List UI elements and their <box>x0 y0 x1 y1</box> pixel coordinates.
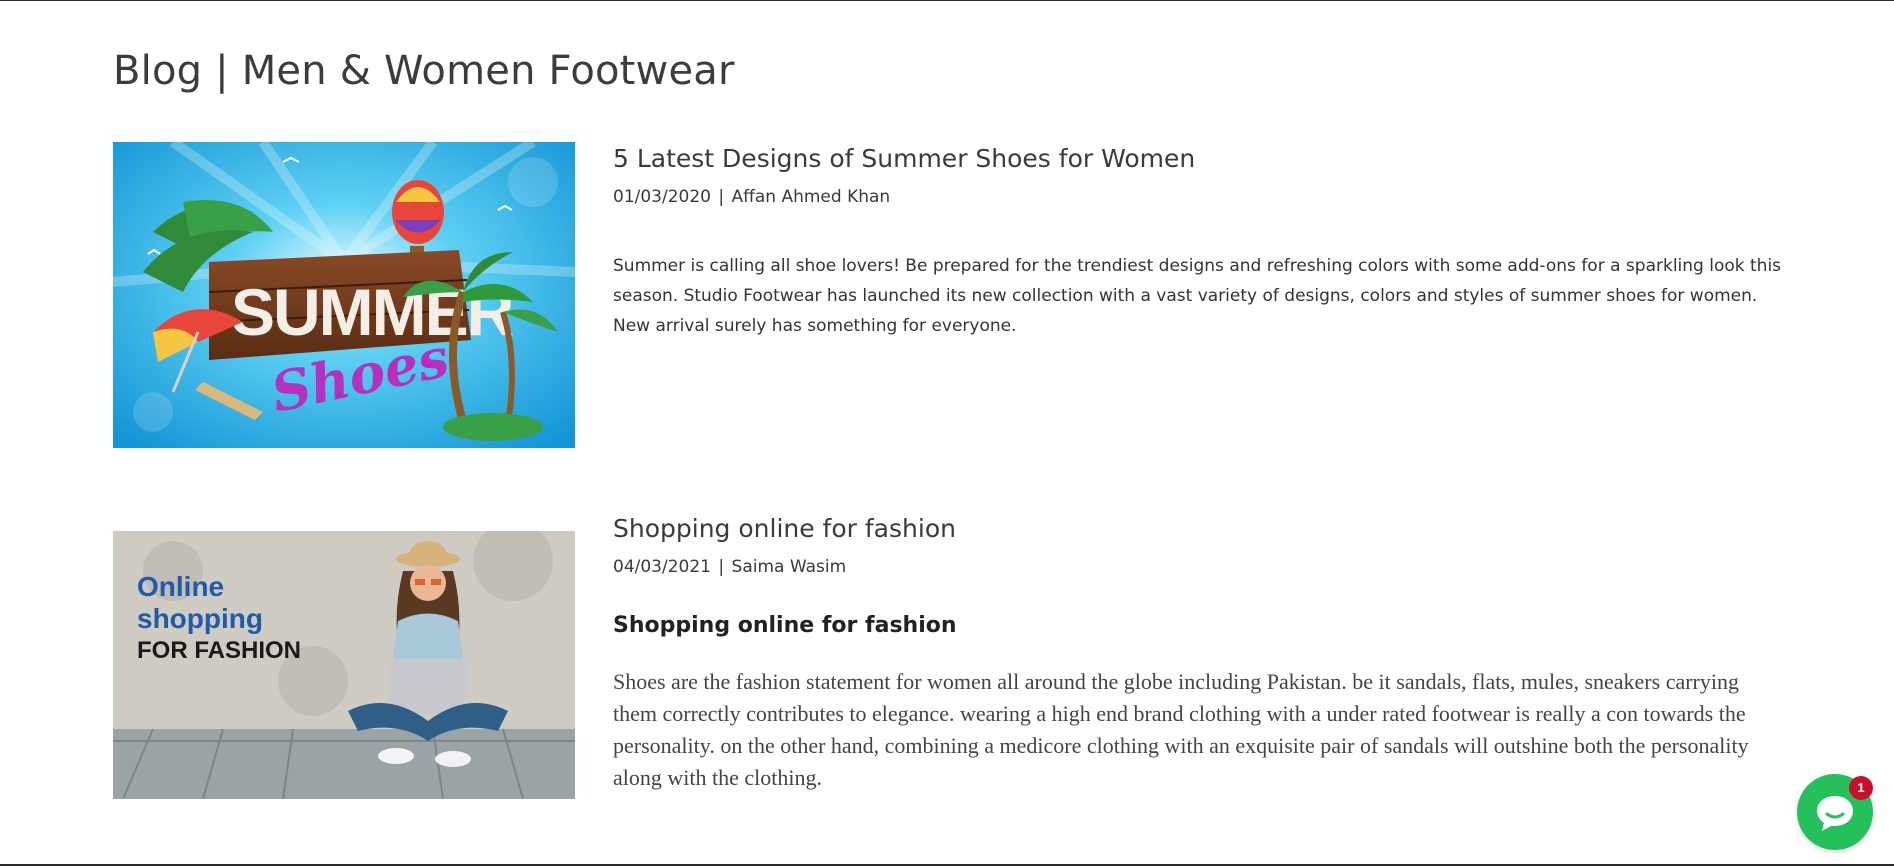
post-author: Saima Wasim <box>731 557 847 577</box>
post-author: Affan Ahmed Khan <box>731 187 891 207</box>
chat-notification-badge: 1 <box>1849 776 1873 800</box>
svg-text:SUMMER: SUMMER <box>231 275 514 349</box>
post-excerpt: Shoes are the fashion statement for wome… <box>613 669 1749 790</box>
meta-separator: | <box>718 187 725 207</box>
post-date: 01/03/2020 <box>613 187 711 207</box>
post-date: 04/03/2021 <box>613 557 711 577</box>
page-title: Blog | Men & Women Footwear <box>113 48 735 94</box>
post-subheading: Shopping online for fashion <box>613 613 957 638</box>
meta-separator: | <box>718 557 725 577</box>
chat-bubble-icon <box>1817 796 1853 831</box>
post-thumbnail-summer-shoes[interactable]: SUMMER Shoes <box>113 142 575 448</box>
svg-text:FOR FASHION: FOR FASHION <box>137 637 301 664</box>
post-body: Shopping online for fashion 04/03/2021 |… <box>613 514 1783 794</box>
svg-text:shopping: shopping <box>137 603 263 634</box>
summer-shoes-image: SUMMER Shoes <box>113 142 575 448</box>
online-shopping-image: Online shopping FOR FASHION <box>113 531 575 799</box>
post-thumbnail-online-shopping[interactable]: Online shopping FOR FASHION <box>113 531 575 799</box>
post-excerpt: Summer is calling all shoe lovers! Be pr… <box>613 256 1782 336</box>
post-meta: 01/03/2020 | Affan Ahmed Khan <box>613 187 1783 207</box>
svg-text:Online: Online <box>137 571 224 602</box>
post-body: 5 Latest Designs of Summer Shoes for Wom… <box>613 142 1783 341</box>
post-title[interactable]: 5 Latest Designs of Summer Shoes for Wom… <box>613 144 1783 173</box>
post-meta: 04/03/2021 | Saima Wasim <box>613 557 1783 577</box>
post-title[interactable]: Shopping online for fashion <box>613 514 1783 543</box>
